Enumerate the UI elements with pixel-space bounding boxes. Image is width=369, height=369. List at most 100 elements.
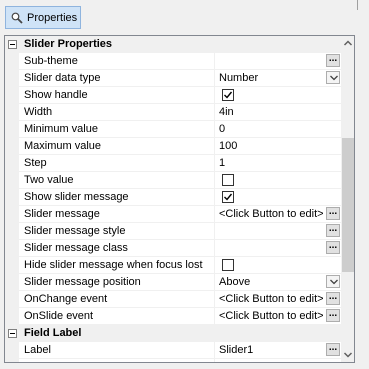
property-row[interactable]: Slider message position Above	[5, 274, 341, 291]
property-value[interactable]: <Click Button to edit>	[219, 308, 323, 324]
property-name: Show slider message	[24, 189, 214, 205]
property-name: OnChange event	[24, 293, 108, 305]
property-value[interactable]: 4in	[219, 104, 323, 120]
chevron-down-icon[interactable]	[326, 71, 340, 84]
property-row[interactable]: Width 4in	[5, 104, 341, 121]
ellipsis-button[interactable]: ...	[326, 224, 340, 237]
row-gutter	[5, 87, 19, 103]
row-gutter	[5, 308, 19, 324]
property-value[interactable]: Slider1	[219, 342, 323, 358]
property-name: OnSlide event	[24, 310, 94, 322]
column-separator	[214, 155, 215, 171]
row-gutter	[5, 274, 19, 290]
property-row[interactable]: Hide slider message when focus lost	[5, 257, 341, 274]
property-value[interactable]: Above	[219, 274, 323, 290]
column-separator	[214, 274, 215, 290]
row-gutter	[5, 223, 19, 239]
row-gutter	[5, 189, 19, 205]
minus-box-icon[interactable]	[8, 329, 17, 338]
ellipsis-button[interactable]: ...	[326, 292, 340, 305]
ellipsis-button[interactable]: ...	[326, 309, 340, 322]
properties-button-label: Properties	[27, 11, 78, 24]
column-separator	[214, 240, 215, 256]
column-separator	[214, 223, 215, 239]
property-value[interactable]	[219, 240, 323, 256]
property-rows: Slider Properties Sub-theme... Slider data…	[5, 36, 341, 362]
property-value[interactable]: <Click Button to edit>	[219, 291, 323, 307]
properties-button[interactable]: Properties	[5, 6, 81, 29]
row-gutter	[5, 70, 19, 86]
property-value[interactable]: Number	[219, 70, 323, 86]
property-value[interactable]	[219, 189, 323, 205]
property-name: Width	[24, 106, 53, 118]
property-row[interactable]: Slider message <Click Button to edit>...	[5, 206, 341, 223]
property-row[interactable]: Show slider message	[5, 189, 341, 206]
ellipsis-button[interactable]: ...	[326, 54, 340, 67]
property-row[interactable]: Sub-theme...	[5, 53, 341, 70]
category-header[interactable]: Slider Properties	[5, 36, 341, 53]
property-row[interactable]: Maximum value 100	[5, 138, 341, 155]
magnifier-icon	[11, 12, 23, 24]
property-name: Step	[24, 157, 47, 169]
column-separator	[214, 104, 215, 120]
property-row[interactable]: OnSlide event <Click Button to edit>...	[5, 308, 341, 325]
property-value[interactable]: 0	[219, 121, 323, 137]
column-separator	[214, 342, 215, 358]
property-row[interactable]: OnChange event <Click Button to edit>...	[5, 291, 341, 308]
scroll-down-arrow[interactable]	[341, 348, 354, 362]
property-name: Slider message	[24, 208, 100, 220]
toolbar-divider	[357, 0, 358, 10]
property-name: Maximum value	[24, 140, 102, 152]
column-separator	[214, 121, 215, 137]
property-row[interactable]: Two value	[5, 172, 341, 189]
property-name: Slider message class	[24, 242, 128, 254]
scroll-up-arrow[interactable]	[341, 36, 354, 50]
property-value[interactable]	[219, 53, 323, 69]
property-value[interactable]	[219, 87, 323, 103]
property-checkbox[interactable]	[222, 89, 234, 101]
property-checkbox[interactable]	[222, 259, 234, 271]
vertical-scrollbar[interactable]	[341, 36, 354, 362]
property-value[interactable]: 1	[219, 155, 323, 171]
property-row[interactable]: Show handle	[5, 87, 341, 104]
property-value[interactable]	[219, 223, 323, 239]
column-separator	[214, 206, 215, 222]
property-row[interactable]: Label Slider1...	[5, 342, 341, 359]
property-name: Show handle	[24, 89, 88, 101]
row-gutter	[5, 172, 19, 188]
chevron-down-icon[interactable]	[326, 275, 340, 288]
column-separator	[214, 87, 215, 103]
scrollbar-thumb[interactable]	[342, 138, 354, 272]
property-row[interactable]: Step 1	[5, 155, 341, 172]
property-value[interactable]: <Click Button to edit>	[219, 206, 323, 222]
property-name: Label	[24, 344, 51, 356]
property-row[interactable]: Minimum value 0	[5, 121, 341, 138]
property-row[interactable]: Slider message class...	[5, 240, 341, 257]
ellipsis-button[interactable]: ...	[326, 343, 340, 356]
category-title: Slider Properties	[24, 38, 113, 50]
ellipsis-button[interactable]: ...	[326, 207, 340, 220]
property-value[interactable]	[219, 257, 323, 273]
row-gutter	[5, 257, 19, 273]
column-separator	[214, 53, 215, 69]
category-header[interactable]: Field Label	[5, 325, 341, 342]
property-row[interactable]: Slider message style...	[5, 223, 341, 240]
column-separator	[214, 291, 215, 307]
property-grid: Slider Properties Sub-theme... Slider data…	[4, 35, 355, 363]
row-gutter	[5, 53, 19, 69]
row-gutter	[5, 240, 19, 256]
property-value[interactable]: 100	[219, 138, 323, 154]
property-name: Sub-theme	[24, 55, 78, 67]
column-separator	[214, 308, 215, 324]
column-separator	[214, 70, 215, 86]
row-gutter	[5, 342, 19, 358]
property-name: Hide slider message when focus lost	[24, 259, 203, 271]
property-name: Slider data type	[24, 72, 101, 84]
property-checkbox[interactable]	[222, 174, 234, 186]
property-checkbox[interactable]	[222, 191, 234, 203]
property-row[interactable]: Slider data type Number	[5, 70, 341, 87]
minus-box-icon[interactable]	[8, 40, 17, 49]
properties-toolbar: Properties	[0, 0, 369, 36]
property-value[interactable]	[219, 172, 323, 188]
ellipsis-button[interactable]: ...	[326, 241, 340, 254]
